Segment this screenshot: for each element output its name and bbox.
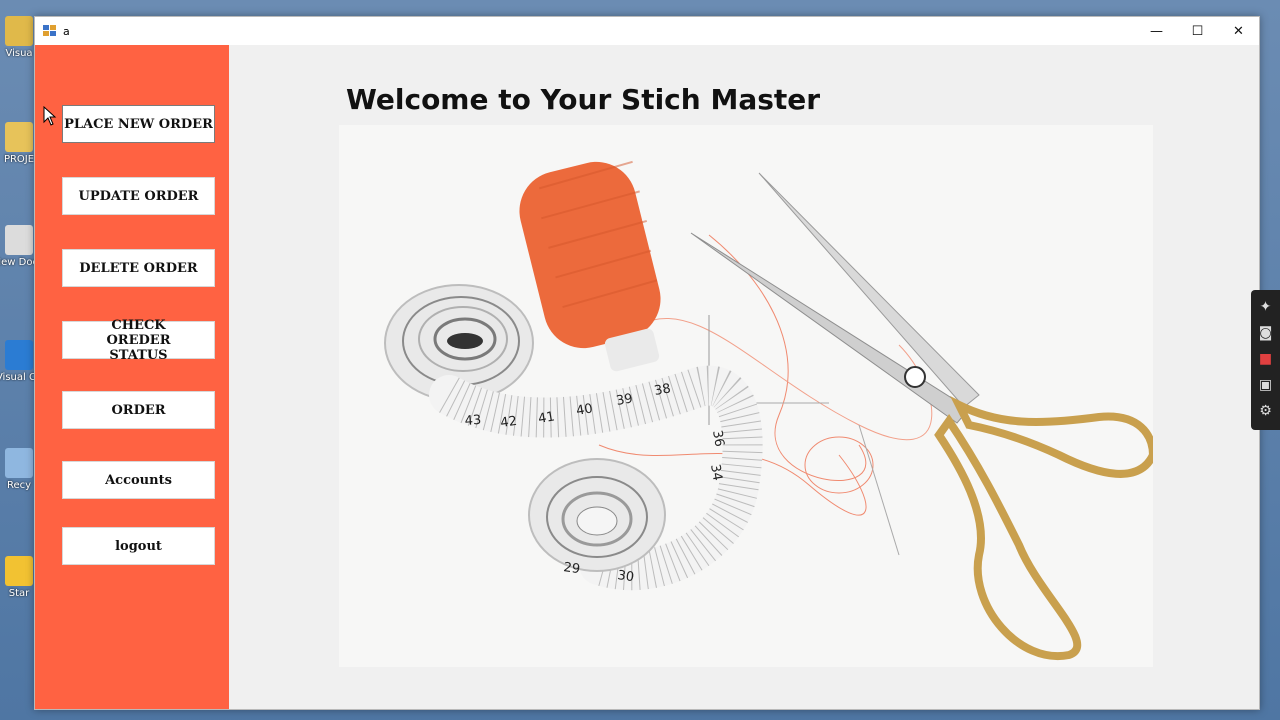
app-window: a — ☐ ✕ PLACE NEW ORDER UPDATE ORDER DEL… (34, 16, 1260, 710)
place-new-order-button[interactable]: PLACE NEW ORDER (62, 105, 215, 143)
sewing-picture: 38 39 40 41 42 43 36 34 29 30 (339, 125, 1153, 667)
settings-icon[interactable]: ⚙ (1256, 398, 1276, 424)
desktop-icon-label: Visua (5, 48, 33, 59)
tape-number: 36 (709, 429, 727, 448)
tape-number: 29 (562, 560, 580, 577)
star-icon (5, 556, 33, 586)
tape-number: 30 (616, 568, 634, 585)
logout-button[interactable]: logout (62, 527, 215, 565)
tape-number: 40 (575, 401, 594, 419)
accounts-button[interactable]: Accounts (62, 461, 215, 499)
floating-toolbar: ✦ ◙ ■ ▣ ⚙ (1251, 290, 1280, 430)
camera-icon[interactable]: ◙ (1256, 320, 1276, 346)
video-icon[interactable]: ■ (1256, 346, 1276, 372)
folder-icon (5, 16, 33, 46)
tape-number: 42 (499, 414, 517, 431)
sidebar: PLACE NEW ORDER UPDATE ORDER DELETE ORDE… (35, 45, 229, 709)
mouse-cursor-icon (43, 106, 57, 126)
window-controls: — ☐ ✕ (1136, 17, 1259, 45)
window-title: a (63, 24, 70, 38)
desktop-icon-label: Star (8, 588, 30, 599)
tape-number: 38 (653, 381, 672, 399)
needle (858, 424, 900, 556)
order-button[interactable]: ORDER (62, 391, 215, 429)
client-area: PLACE NEW ORDER UPDATE ORDER DELETE ORDE… (35, 45, 1259, 709)
desktop-icon-vscode[interactable]: Visual Co (0, 340, 42, 410)
thread-spool (519, 160, 661, 372)
close-button[interactable]: ✕ (1218, 17, 1259, 45)
desktop-icon-star[interactable]: Star (0, 556, 38, 626)
recycle-bin-icon (5, 448, 33, 478)
delete-order-button[interactable]: DELETE ORDER (62, 249, 215, 287)
tape-number: 41 (537, 409, 556, 427)
tape-number: 39 (615, 391, 634, 409)
vscode-icon (5, 340, 33, 370)
desktop-icon-label: Recy (6, 480, 32, 491)
pin-icon[interactable]: ✦ (1256, 294, 1276, 320)
desktop-icon-recycle-bin[interactable]: Recy (0, 448, 38, 518)
scissors (690, 172, 1153, 661)
folder-icon (5, 122, 33, 152)
app-icon (43, 25, 57, 37)
desktop-icon-label: PROJE (3, 154, 35, 165)
thread-loop (804, 436, 874, 494)
update-order-button[interactable]: UPDATE ORDER (62, 177, 215, 215)
check-order-status-button[interactable]: CHECK OREDER STATUS (62, 318, 215, 363)
desktop-icon-projects[interactable]: PROJE (0, 122, 38, 192)
sewing-illustration: 38 39 40 41 42 43 36 34 29 30 (384, 160, 1153, 661)
maximize-button[interactable]: ☐ (1177, 17, 1218, 45)
tape-number: 43 (464, 413, 482, 429)
tape-number: 34 (707, 463, 725, 482)
welcome-heading: Welcome to Your Stich Master (346, 83, 821, 116)
minimize-button[interactable]: — (1136, 17, 1177, 45)
desktop-icon-new-document[interactable]: New Docu (0, 225, 44, 295)
gallery-icon[interactable]: ▣ (1256, 372, 1276, 398)
document-icon (5, 225, 33, 255)
title-bar[interactable]: a — ☐ ✕ (35, 17, 1259, 45)
desktop-icon-visual-studio[interactable]: Visua (0, 16, 38, 86)
